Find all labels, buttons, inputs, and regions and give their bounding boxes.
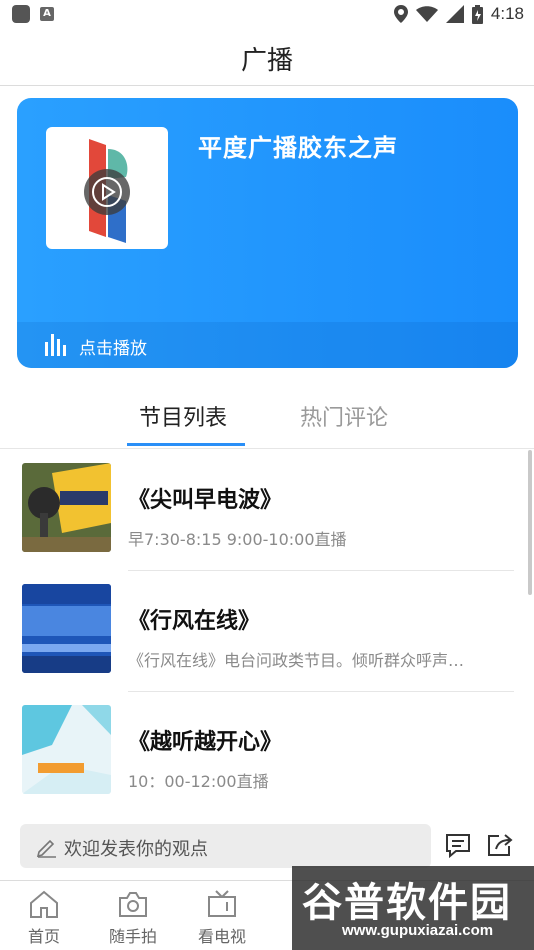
comment-input[interactable]: 欢迎发表你的观点 xyxy=(20,824,431,868)
program-list[interactable]: 《尖叫早电波》 早7:30-8:15 9:00-10:00直播 《行风在线》 《… xyxy=(0,450,534,814)
list-item[interactable]: 《尖叫早电波》 早7:30-8:15 9:00-10:00直播 xyxy=(0,450,534,571)
signal-icon xyxy=(445,5,464,23)
play-icon xyxy=(92,177,122,207)
play-button[interactable] xyxy=(84,169,130,215)
tab-indicator xyxy=(127,443,245,446)
camera-icon xyxy=(119,892,147,917)
status-bar: A 4:18 xyxy=(0,0,534,28)
watermark: 谷普软件园 www.gupuxiazai.com xyxy=(292,866,534,950)
nav-snapshot-label: 随手拍 xyxy=(108,927,157,946)
comment-placeholder: 欢迎发表你的观点 xyxy=(64,839,208,860)
tab-bar: 节目列表 热门评论 xyxy=(0,385,534,449)
tv-icon xyxy=(208,890,236,917)
nav-home[interactable]: 首页 xyxy=(9,889,79,947)
program-desc: 10：00-12:00直播 xyxy=(128,772,269,791)
watermark-url: www.gupuxiazai.com xyxy=(342,922,494,939)
page-title: 广播 xyxy=(240,46,293,76)
nav-home-label: 首页 xyxy=(27,927,60,946)
player-card[interactable]: 平度广播胶东之声 点击播放 xyxy=(17,98,518,368)
pen-icon xyxy=(36,839,56,858)
audio-bars-icon xyxy=(45,334,66,356)
app-notification-icon xyxy=(12,5,30,23)
broadcast-page: { "status_bar": { "time": "4:18" }, "hea… xyxy=(0,0,534,950)
list-item[interactable]: 《越听越开心》 10：00-12:00直播 xyxy=(0,692,534,813)
play-label: 点击播放 xyxy=(79,339,147,359)
program-title: 《越听越开心》 xyxy=(128,730,283,755)
program-title: 《行风在线》 xyxy=(128,609,261,634)
battery-icon xyxy=(471,4,483,24)
station-name: 平度广播胶东之声 xyxy=(198,134,398,162)
share-icon[interactable] xyxy=(486,832,514,858)
wifi-icon xyxy=(415,6,438,22)
watermark-text: 谷普软件园 xyxy=(302,880,512,926)
program-thumbnail xyxy=(22,705,111,794)
page-header: 广播 xyxy=(0,28,534,86)
a-notification-icon: A xyxy=(40,7,54,21)
location-icon xyxy=(393,5,408,23)
program-title: 《尖叫早电波》 xyxy=(128,488,283,513)
nav-snapshot[interactable]: 随手拍 xyxy=(98,889,168,947)
nav-tv-label: 看电视 xyxy=(197,927,246,946)
play-footer[interactable]: 点击播放 xyxy=(17,322,518,368)
nav-tv[interactable]: 看电视 xyxy=(187,889,257,947)
status-time: 4:18 xyxy=(490,4,524,23)
program-desc: 早7:30-8:15 9:00-10:00直播 xyxy=(128,530,347,549)
program-thumbnail xyxy=(22,584,111,673)
program-thumbnail xyxy=(22,463,111,552)
station-cover[interactable] xyxy=(46,127,168,249)
tab-program-list[interactable]: 节目列表 xyxy=(139,400,227,432)
program-desc: 《行风在线》电台问政类节目。倾听群众呼声… xyxy=(128,651,465,670)
list-item[interactable]: 《行风在线》 《行风在线》电台问政类节目。倾听群众呼声… xyxy=(0,571,534,692)
tab-hot-comments[interactable]: 热门评论 xyxy=(300,400,388,432)
message-icon[interactable] xyxy=(444,832,472,858)
home-icon xyxy=(30,890,58,918)
list-scrollbar[interactable] xyxy=(528,450,532,595)
